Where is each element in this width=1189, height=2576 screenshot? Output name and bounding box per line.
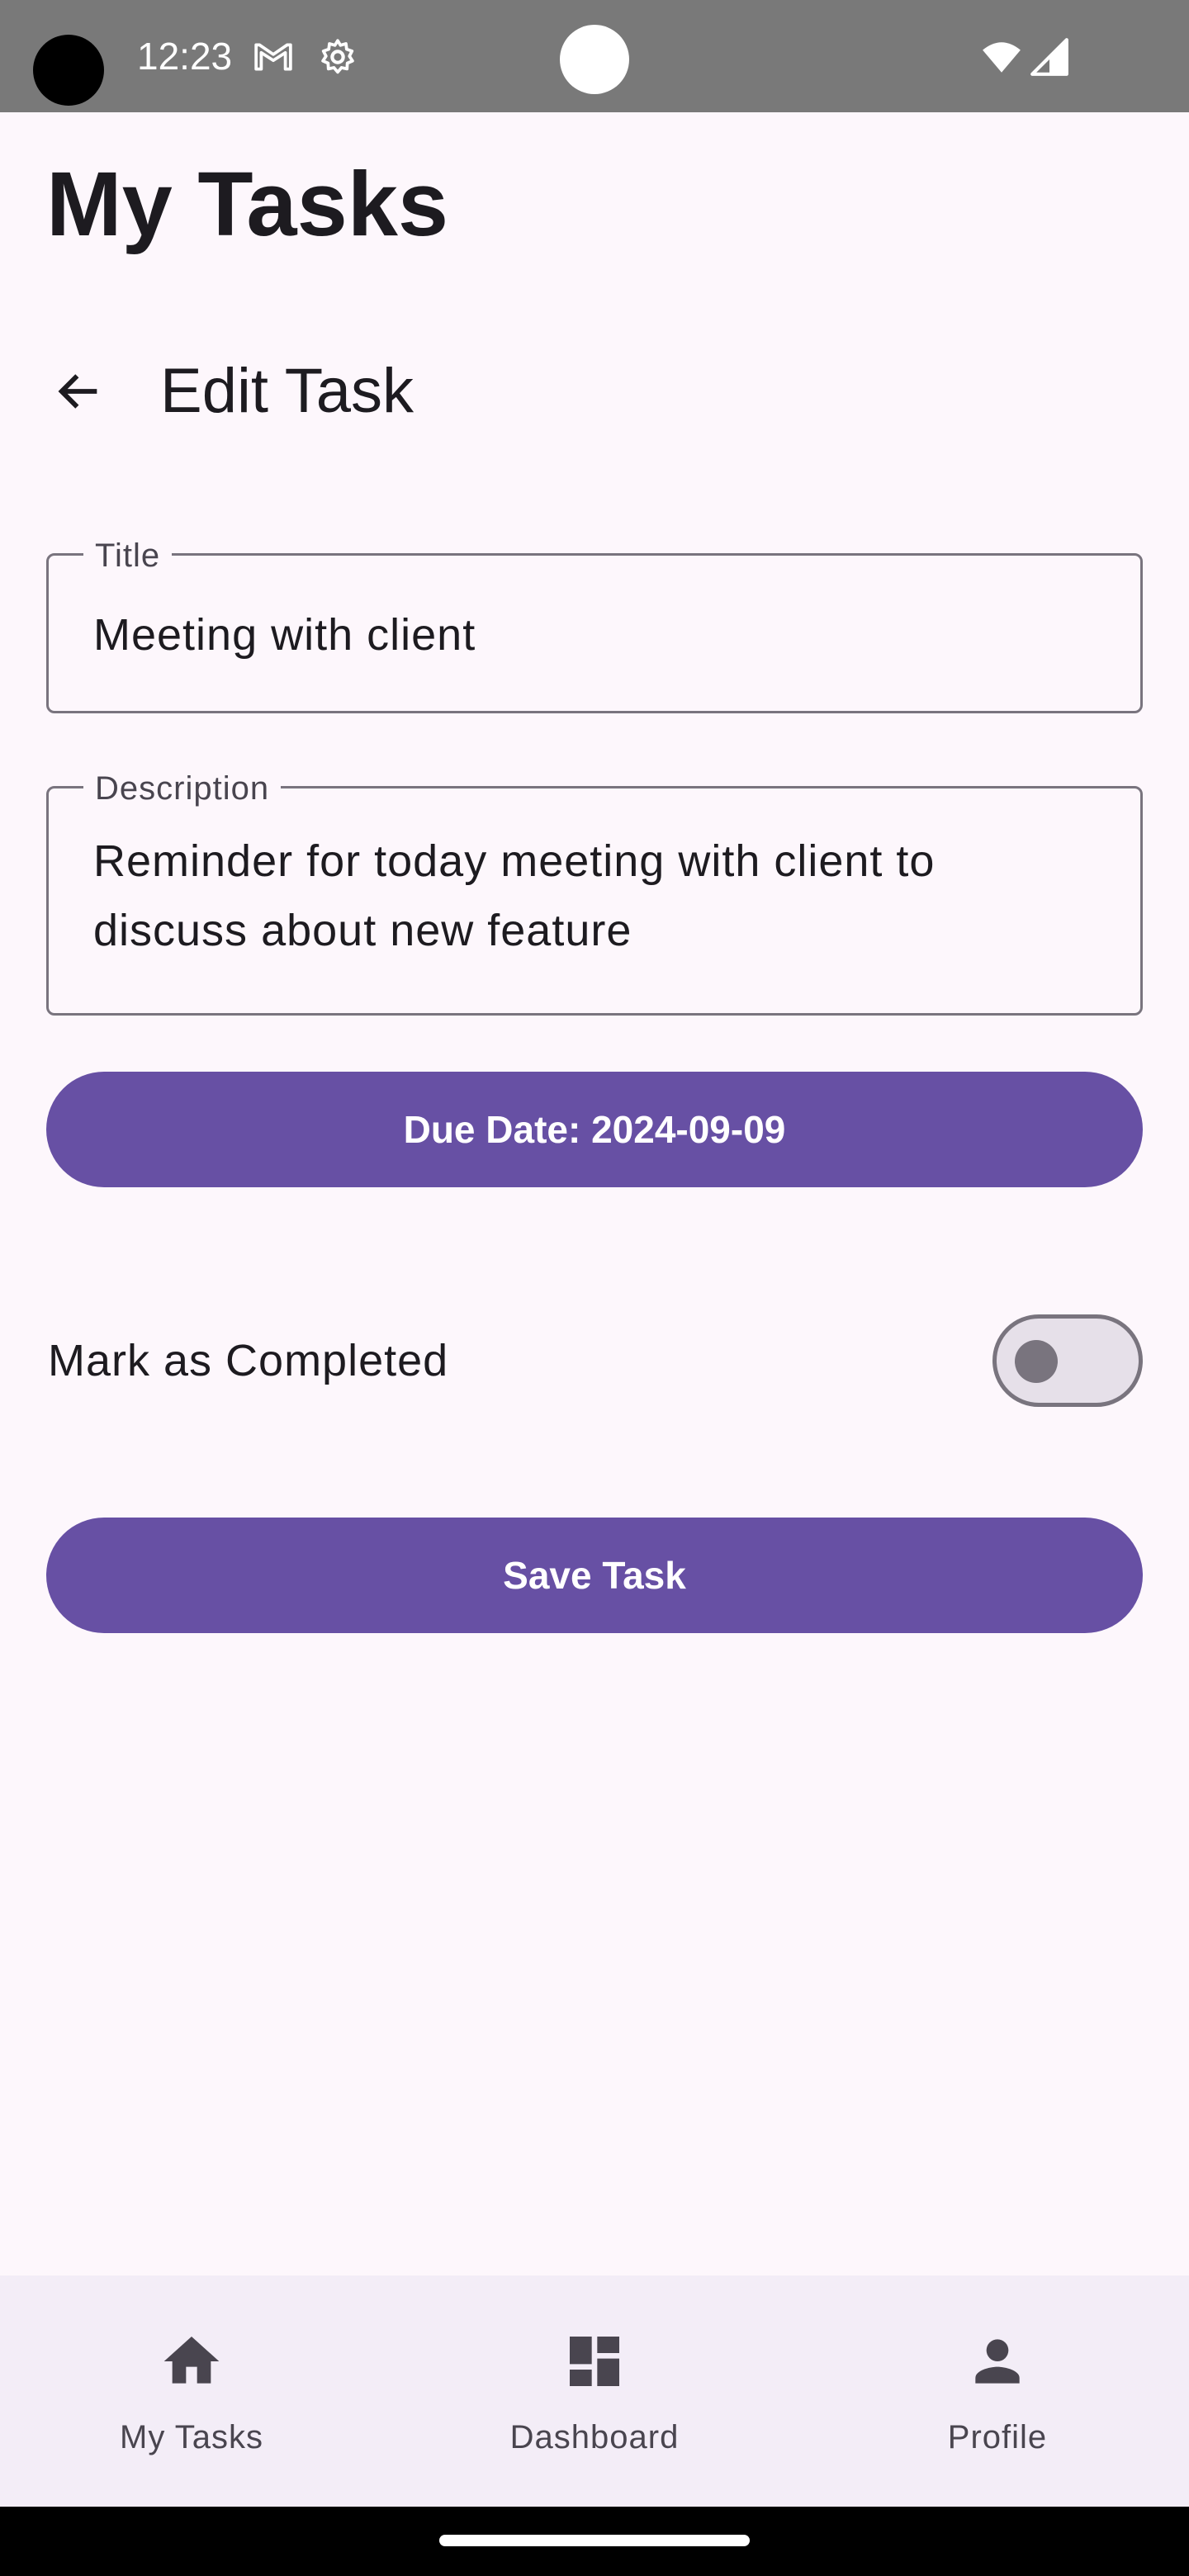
status-bar: 12:23	[0, 0, 1189, 112]
app-title: My Tasks	[46, 154, 449, 255]
nav-label-dashboard: Dashboard	[509, 2419, 680, 2455]
title-field-value[interactable]: Meeting with client	[93, 600, 1096, 670]
camera-cutout	[33, 35, 104, 106]
gesture-navigation-area	[0, 2507, 1189, 2576]
completed-switch[interactable]	[992, 1314, 1143, 1407]
description-field-label: Description	[83, 769, 282, 808]
title-field-label: Title	[83, 536, 173, 575]
settings-gear-icon	[317, 36, 358, 78]
home-icon	[159, 2328, 225, 2394]
nav-item-my-tasks[interactable]: My Tasks	[68, 2275, 315, 2507]
switch-thumb	[1015, 1340, 1058, 1383]
arrow-back-icon[interactable]	[46, 358, 112, 424]
nav-item-profile[interactable]: Profile	[874, 2275, 1121, 2507]
screen-title: Edit Task	[160, 356, 414, 426]
cellular-signal-icon	[1029, 36, 1070, 78]
dashboard-icon	[561, 2328, 628, 2394]
bottom-navigation: My Tasks Dashboard Profile	[0, 2275, 1189, 2507]
screen-header: Edit Task	[46, 342, 414, 441]
due-date-button[interactable]: Due Date: 2024-09-09	[46, 1072, 1143, 1187]
person-icon	[964, 2328, 1030, 2394]
nav-label-my-tasks: My Tasks	[120, 2419, 263, 2455]
save-task-button[interactable]: Save Task	[46, 1518, 1143, 1633]
title-field[interactable]: Title Meeting with client	[46, 536, 1143, 713]
nav-label-profile: Profile	[947, 2419, 1048, 2455]
description-field[interactable]: Description Reminder for today meeting w…	[46, 769, 1143, 1016]
gmail-icon	[253, 36, 294, 78]
completed-label: Mark as Completed	[48, 1336, 449, 1385]
front-camera	[560, 25, 629, 94]
completed-row: Mark as Completed	[46, 1313, 1143, 1409]
wifi-icon	[981, 36, 1022, 78]
status-time: 12:23	[137, 35, 233, 78]
nav-item-dashboard[interactable]: Dashboard	[471, 2275, 718, 2507]
home-gesture-handle[interactable]	[439, 2535, 750, 2546]
description-field-value[interactable]: Reminder for today meeting with client t…	[93, 826, 1096, 965]
